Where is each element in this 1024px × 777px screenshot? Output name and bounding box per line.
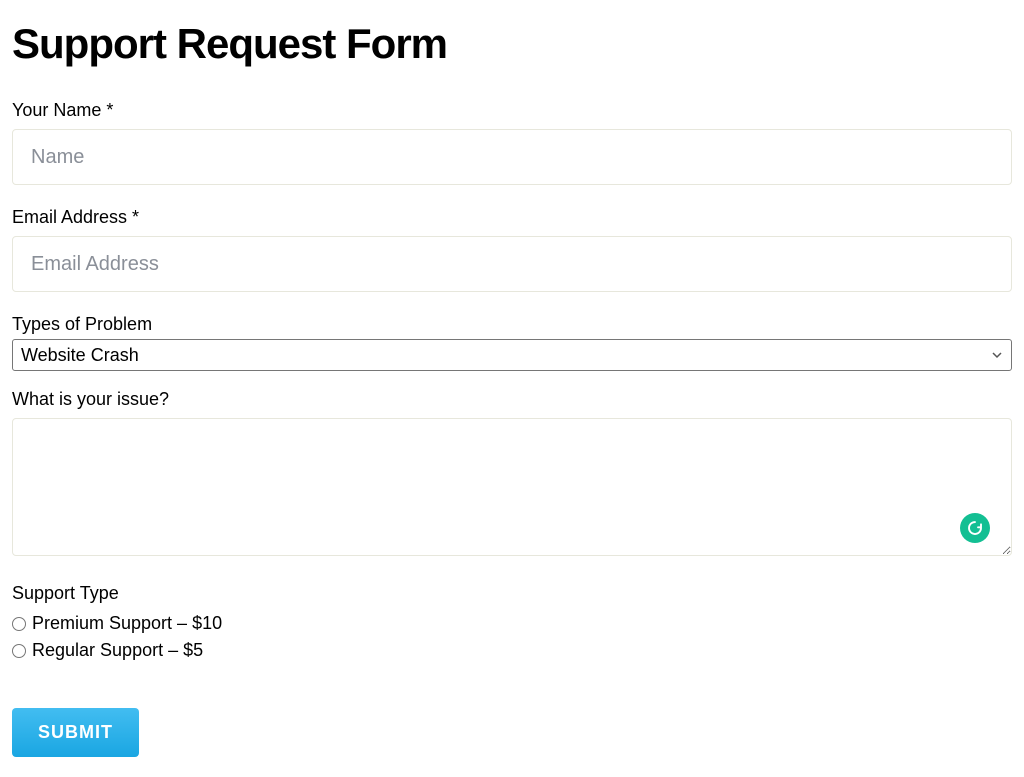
email-input[interactable] — [12, 236, 1012, 292]
email-label: Email Address * — [12, 207, 1012, 228]
submit-button[interactable]: SUBMIT — [12, 708, 139, 757]
support-type-option-label: Premium Support – $10 — [32, 610, 222, 637]
email-field-group: Email Address * — [12, 207, 1012, 292]
support-type-label: Support Type — [12, 583, 1012, 604]
support-type-option-regular[interactable]: Regular Support – $5 — [12, 637, 1012, 664]
support-type-radio-regular[interactable] — [12, 644, 26, 658]
issue-field-group: What is your issue? — [12, 389, 1012, 561]
problem-type-field-group: Types of Problem Website Crash — [12, 314, 1012, 371]
support-type-option-premium[interactable]: Premium Support – $10 — [12, 610, 1012, 637]
issue-label: What is your issue? — [12, 389, 1012, 410]
problem-type-label: Types of Problem — [12, 314, 1012, 335]
support-type-field-group: Support Type Premium Support – $10 Regul… — [12, 583, 1012, 664]
name-label: Your Name * — [12, 100, 1012, 121]
problem-type-select[interactable]: Website Crash — [12, 339, 1012, 371]
issue-textarea[interactable] — [12, 418, 1012, 556]
name-field-group: Your Name * — [12, 100, 1012, 185]
name-input[interactable] — [12, 129, 1012, 185]
support-type-radio-premium[interactable] — [12, 617, 26, 631]
support-type-option-label: Regular Support – $5 — [32, 637, 203, 664]
page-title: Support Request Form — [12, 20, 1012, 68]
grammarly-icon — [960, 513, 990, 543]
